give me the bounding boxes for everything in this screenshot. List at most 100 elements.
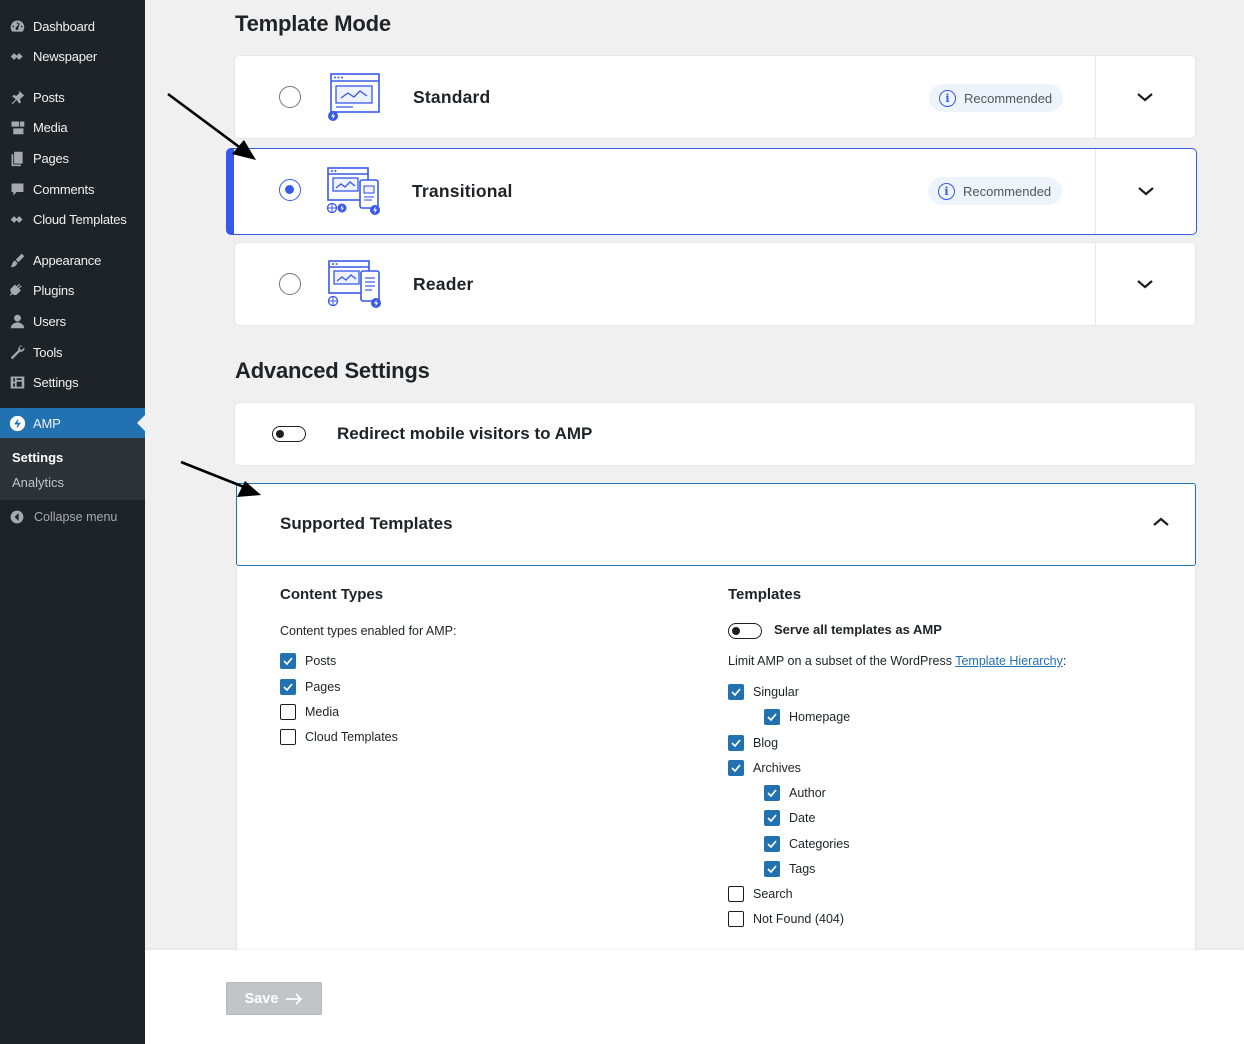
- mode-radio-reader[interactable]: [279, 273, 301, 295]
- check-icon: [767, 865, 777, 874]
- content-type-cloud-templates[interactable]: Cloud Templates: [280, 729, 398, 745]
- sidebar-item-plugins[interactable]: Plugins: [0, 277, 145, 303]
- card-divider: [1095, 56, 1096, 138]
- check-icon: [731, 688, 741, 697]
- sidebar-item-comments[interactable]: Comments: [0, 176, 145, 202]
- serve-all-templates-label: Serve all templates as AMP: [774, 622, 942, 637]
- checkbox[interactable]: [764, 709, 780, 725]
- sidebar-item-label: Media: [33, 119, 68, 135]
- checkbox-label: Not Found (404): [753, 912, 845, 926]
- sidebar-item-label: Cloud Templates: [33, 211, 127, 227]
- template-search[interactable]: Search: [728, 886, 793, 902]
- chevron-down-icon[interactable]: [1135, 277, 1155, 291]
- checkbox[interactable]: [280, 729, 296, 745]
- sidebar-item-amp[interactable]: AMP: [0, 408, 145, 438]
- admin-sidebar: Dashboard Newspaper Posts Media Pages Co…: [0, 0, 145, 1044]
- dashboard-icon: [7, 16, 27, 36]
- content-types-title: Content Types: [280, 586, 384, 603]
- checkbox-label: Cloud Templates: [305, 730, 398, 744]
- submenu-item-settings[interactable]: Settings: [12, 450, 63, 465]
- sidebar-item-newspaper[interactable]: Newspaper: [0, 43, 145, 69]
- mode-name-transitional: Transitional: [412, 181, 513, 201]
- checkbox[interactable]: [280, 653, 296, 669]
- collapse-arrow-icon: [8, 508, 26, 526]
- checkbox-label: Posts: [305, 654, 337, 668]
- mode-radio-transitional[interactable]: [279, 179, 301, 201]
- sidebar-item-label: Plugins: [33, 282, 75, 298]
- content-type-media[interactable]: Media: [280, 704, 339, 720]
- mode-radio-standard[interactable]: [279, 86, 301, 108]
- chevron-up-icon[interactable]: [1151, 515, 1171, 529]
- checkbox-label: Pages: [305, 680, 341, 694]
- mode-card-transitional[interactable]: Transitional i Recommended: [226, 148, 1197, 235]
- serve-all-templates-toggle[interactable]: [728, 623, 762, 639]
- user-icon: [7, 311, 27, 331]
- checkbox[interactable]: [764, 810, 780, 826]
- radio-selected-dot: [285, 185, 294, 194]
- content-type-pages[interactable]: Pages: [280, 679, 340, 695]
- supported-templates-title: Supported Templates: [280, 514, 453, 533]
- checkbox[interactable]: [728, 760, 744, 776]
- redirect-mobile-label: Redirect mobile visitors to AMP: [337, 424, 593, 443]
- sidebar-item-appearance[interactable]: Appearance: [0, 247, 145, 273]
- checkbox-label: Blog: [753, 736, 779, 750]
- check-icon: [767, 840, 777, 849]
- content-types-description: Content types enabled for AMP:: [280, 624, 457, 638]
- mode-card-standard[interactable]: Standard i Recommended: [234, 55, 1196, 139]
- chevron-down-icon[interactable]: [1135, 90, 1155, 104]
- template-author[interactable]: Author: [764, 785, 826, 801]
- checkbox[interactable]: [728, 911, 744, 927]
- sidebar-item-cloud-templates[interactable]: Cloud Templates: [0, 206, 145, 232]
- arrow-right-icon: [286, 992, 303, 1005]
- sidebar-item-label: Newspaper: [33, 48, 97, 64]
- wrench-icon: [7, 342, 27, 362]
- submenu-item-analytics[interactable]: Analytics: [12, 475, 64, 490]
- checkbox[interactable]: [764, 861, 780, 877]
- template-archives[interactable]: Archives: [728, 760, 801, 776]
- recommended-badge: i Recommended: [928, 177, 1062, 205]
- template-categories[interactable]: Categories: [764, 836, 849, 852]
- template-singular[interactable]: Singular: [728, 684, 799, 700]
- save-button[interactable]: Save: [226, 982, 322, 1015]
- checkbox[interactable]: [728, 886, 744, 902]
- sidebar-item-tools[interactable]: Tools: [0, 339, 145, 365]
- sidebar-item-media[interactable]: Media: [0, 114, 145, 140]
- template-homepage[interactable]: Homepage: [764, 709, 850, 725]
- toggle-knob: [732, 626, 740, 635]
- supported-templates-panel: Content Types Content types enabled for …: [236, 566, 1196, 966]
- media-icon: [7, 117, 27, 137]
- template-date[interactable]: Date: [764, 810, 815, 826]
- checkbox-label: Singular: [753, 685, 799, 699]
- sidebar-item-posts[interactable]: Posts: [0, 84, 145, 110]
- mode-card-reader[interactable]: Reader: [234, 242, 1196, 326]
- checkbox[interactable]: [280, 704, 296, 720]
- pin-icon: [7, 87, 27, 107]
- checkbox[interactable]: [728, 684, 744, 700]
- checkbox[interactable]: [280, 679, 296, 695]
- sidebar-item-pages[interactable]: Pages: [0, 145, 145, 171]
- supported-templates-header[interactable]: Supported Templates: [236, 483, 1196, 566]
- checkbox-label: Archives: [753, 761, 801, 775]
- chevron-down-icon[interactable]: [1136, 184, 1156, 198]
- sidebar-item-dashboard[interactable]: Dashboard: [0, 13, 145, 39]
- save-label: Save: [244, 990, 279, 1007]
- sidebar-item-users[interactable]: Users: [0, 308, 145, 334]
- sidebar-item-settings[interactable]: Settings: [0, 369, 145, 395]
- settings-icon: [7, 372, 27, 392]
- checkbox[interactable]: [764, 785, 780, 801]
- template-tags[interactable]: Tags: [764, 861, 815, 877]
- template-hierarchy-link[interactable]: Template Hierarchy: [955, 654, 1063, 668]
- template-blog[interactable]: Blog: [728, 735, 778, 751]
- checkbox[interactable]: [764, 836, 780, 852]
- amp-submenu: Settings Analytics: [0, 438, 145, 500]
- checkbox[interactable]: [728, 735, 744, 751]
- pages-icon: [7, 148, 27, 168]
- template-not-found[interactable]: Not Found (404): [728, 911, 844, 927]
- mode-name-standard: Standard: [413, 87, 491, 107]
- content-type-posts[interactable]: Posts: [280, 653, 336, 669]
- sidebar-item-label: Users: [33, 313, 66, 329]
- newspaper-icon: [7, 46, 27, 66]
- checkbox-label: Media: [305, 705, 340, 719]
- redirect-mobile-toggle[interactable]: [272, 426, 306, 442]
- collapse-menu-button[interactable]: Collapse menu: [0, 505, 145, 529]
